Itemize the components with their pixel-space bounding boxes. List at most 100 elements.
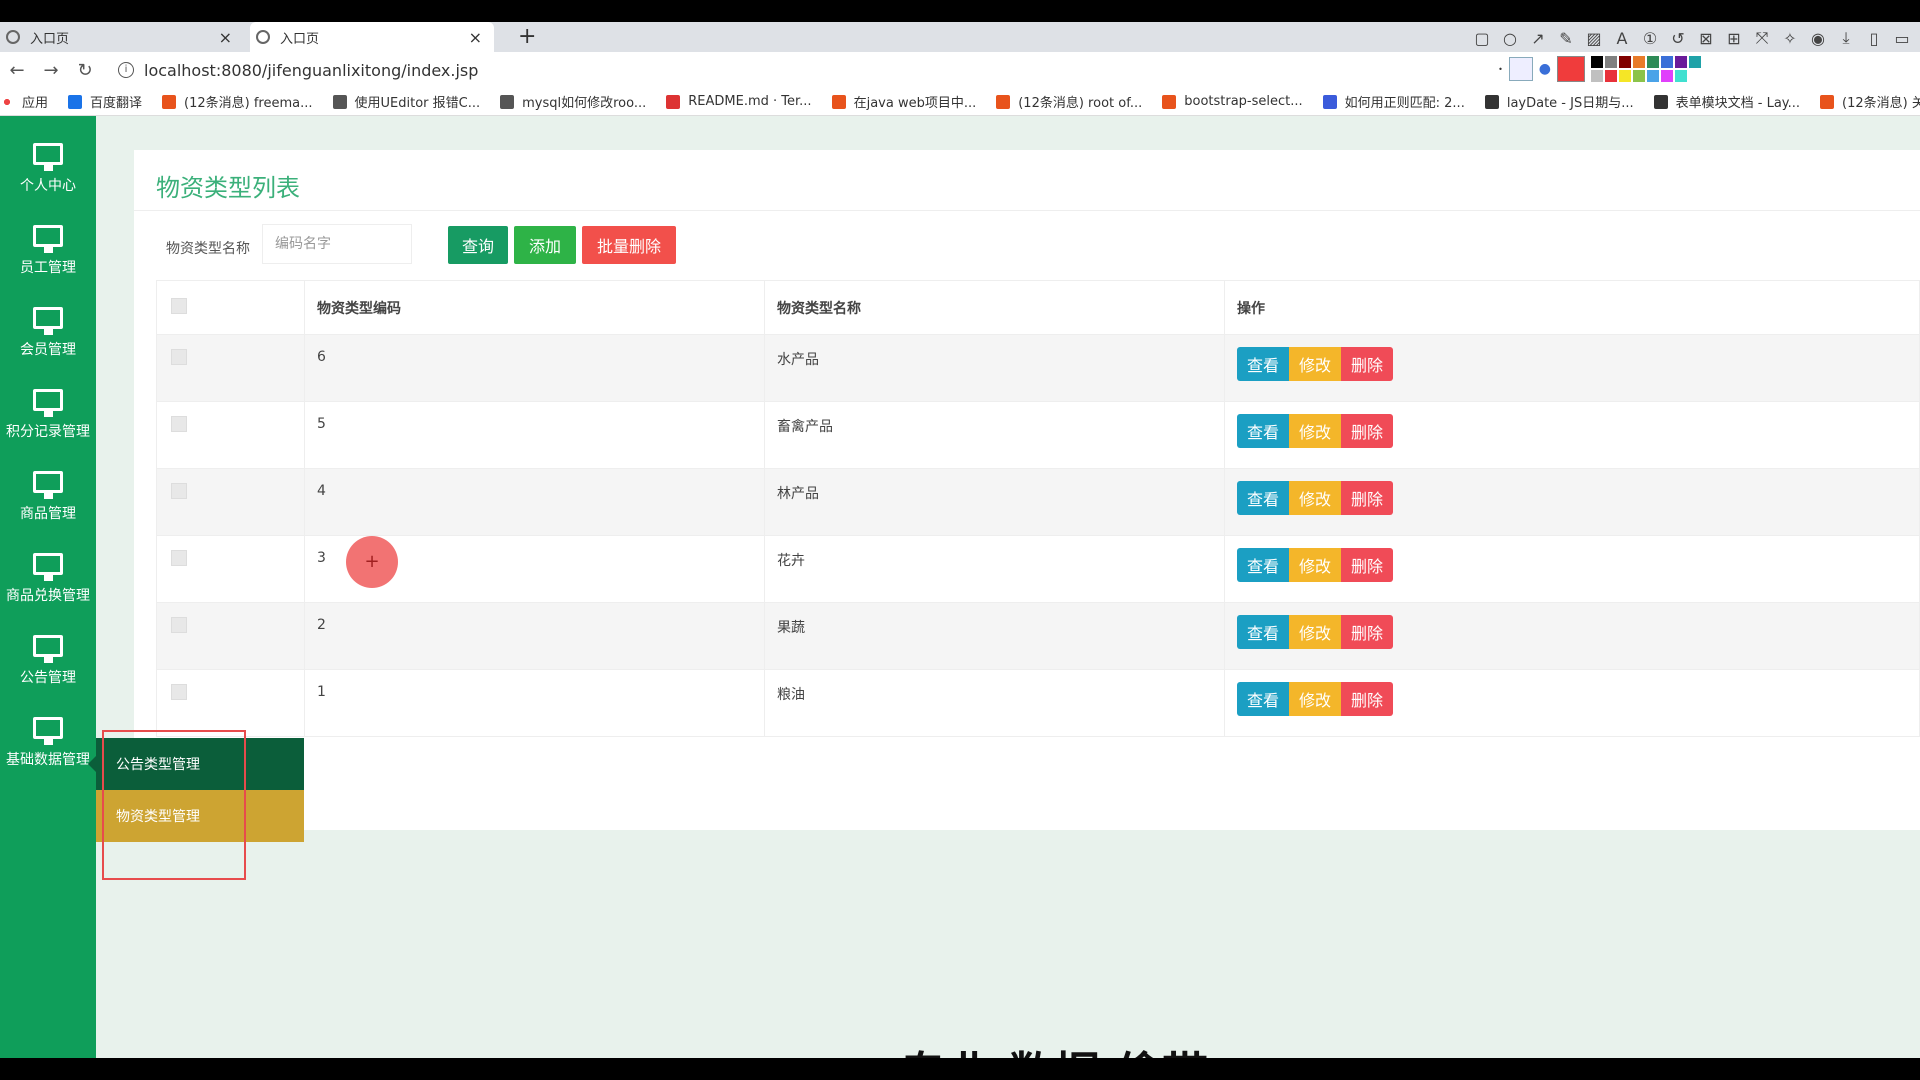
bookmark-item[interactable]: 使用UEditor 报错C...: [332, 92, 480, 111]
expand-icon[interactable]: ⤧: [1752, 28, 1772, 48]
download-icon[interactable]: ⤓: [1836, 28, 1856, 48]
device-icon[interactable]: ▯: [1864, 29, 1884, 48]
edit-button[interactable]: 修改: [1289, 414, 1341, 448]
color-swatch[interactable]: [1619, 56, 1631, 68]
small-dot-size-icon[interactable]: •: [1498, 65, 1503, 74]
screenshot-icon[interactable]: ▭: [1892, 29, 1912, 48]
edit-button[interactable]: 修改: [1289, 682, 1341, 716]
sidebar-item[interactable]: 商品管理: [0, 456, 96, 538]
color-swatch[interactable]: [1605, 56, 1617, 68]
add-button[interactable]: 添加: [514, 226, 576, 264]
row-checkbox[interactable]: [171, 617, 187, 633]
sidebar-item[interactable]: 会员管理: [0, 292, 96, 374]
arrow-tool-icon[interactable]: ↗: [1528, 29, 1548, 48]
sidebar-item[interactable]: 公告管理: [0, 620, 96, 702]
new-tab-button[interactable]: +: [518, 24, 536, 49]
bookmark-favicon-icon: [1484, 94, 1499, 109]
browser-tab[interactable]: 入口页 ×: [0, 22, 244, 52]
view-button[interactable]: 查看: [1237, 414, 1289, 448]
color-swatch[interactable]: [1647, 70, 1659, 82]
close-tab-icon[interactable]: ×: [469, 28, 482, 47]
view-button[interactable]: 查看: [1237, 347, 1289, 381]
delete-button[interactable]: 删除: [1341, 615, 1393, 649]
bookmark-item[interactable]: 在java web项目中...: [831, 92, 976, 111]
sidebar-item[interactable]: 商品兑换管理: [0, 538, 96, 620]
circle-tool-icon[interactable]: ○: [1500, 29, 1520, 48]
view-button[interactable]: 查看: [1237, 682, 1289, 716]
color-swatch[interactable]: [1605, 70, 1617, 82]
edit-button[interactable]: 修改: [1289, 347, 1341, 381]
medium-dot-size-icon[interactable]: [1508, 57, 1533, 81]
bookmark-item[interactable]: (12条消息) 关于lay...: [1820, 92, 1920, 111]
view-button[interactable]: 查看: [1237, 615, 1289, 649]
rectangle-tool-icon[interactable]: ▢: [1472, 29, 1492, 48]
current-color-swatch[interactable]: [1557, 56, 1585, 82]
pen-tool-icon[interactable]: ✎: [1556, 29, 1576, 48]
row-checkbox[interactable]: [171, 349, 187, 365]
sidebar-item[interactable]: 员工管理: [0, 210, 96, 292]
delete-button[interactable]: 删除: [1341, 481, 1393, 515]
highlight-tool-icon[interactable]: ▨: [1584, 29, 1604, 48]
delete-button[interactable]: 删除: [1341, 548, 1393, 582]
color-swatch[interactable]: [1703, 56, 1715, 68]
delete-button[interactable]: 删除: [1341, 414, 1393, 448]
bookmark-item[interactable]: mysql如何修改roo...: [500, 92, 646, 111]
search-input[interactable]: [262, 224, 412, 264]
bookmark-item[interactable]: (12条消息) root of...: [996, 92, 1142, 111]
sidebar-item[interactable]: 积分记录管理: [0, 374, 96, 456]
bookmark-item[interactable]: README.md · Ter...: [666, 94, 812, 109]
submenu-item-material-type[interactable]: 物资类型管理: [96, 790, 304, 842]
sidebar-item[interactable]: 个人中心: [0, 128, 96, 210]
color-swatch[interactable]: [1675, 56, 1687, 68]
edit-button[interactable]: 修改: [1289, 615, 1341, 649]
bookmark-item[interactable]: 如何用正则匹配: 2...: [1322, 92, 1465, 111]
pin-icon[interactable]: ✧: [1780, 29, 1800, 48]
color-swatch[interactable]: [1661, 70, 1673, 82]
forward-icon[interactable]: →: [34, 60, 68, 81]
browser-tab-active[interactable]: 入口页 ×: [250, 22, 494, 52]
color-swatch[interactable]: [1647, 56, 1659, 68]
batch-delete-button[interactable]: 批量删除: [582, 226, 676, 264]
back-icon[interactable]: ←: [0, 60, 34, 81]
view-button[interactable]: 查看: [1237, 548, 1289, 582]
color-swatch[interactable]: [1633, 70, 1645, 82]
color-swatch[interactable]: [1675, 70, 1687, 82]
mosaic-tool-icon[interactable]: ⊠: [1696, 29, 1716, 48]
bookmark-item[interactable]: bootstrap-select...: [1162, 94, 1303, 109]
row-checkbox[interactable]: [171, 684, 187, 700]
edit-button[interactable]: 修改: [1289, 548, 1341, 582]
row-checkbox[interactable]: [171, 416, 187, 432]
bookmark-item[interactable]: 应用: [0, 92, 48, 111]
row-checkbox[interactable]: [171, 550, 187, 566]
number-tool-icon[interactable]: ①: [1640, 29, 1660, 48]
text-tool-icon[interactable]: A: [1612, 29, 1632, 48]
submenu-item-notice-type[interactable]: 公告类型管理: [96, 738, 304, 790]
crop-tool-icon[interactable]: ⊞: [1724, 29, 1744, 48]
info-icon[interactable]: i: [118, 62, 134, 78]
sidebar-item[interactable]: 基础数据管理: [0, 702, 96, 784]
delete-button[interactable]: 删除: [1341, 347, 1393, 381]
undo-icon[interactable]: ↺: [1668, 29, 1688, 48]
bookmark-item[interactable]: (12条消息) freema...: [162, 92, 313, 111]
close-tab-icon[interactable]: ×: [219, 28, 232, 47]
bookmark-item[interactable]: 百度翻译: [68, 92, 142, 111]
delete-button[interactable]: 删除: [1341, 682, 1393, 716]
large-dot-size-icon[interactable]: ●: [1539, 61, 1551, 77]
url-field[interactable]: localhost:8080/jifenguanlixitong/index.j…: [144, 61, 478, 80]
color-swatch[interactable]: [1591, 56, 1603, 68]
view-button[interactable]: 查看: [1237, 481, 1289, 515]
color-swatch[interactable]: [1661, 56, 1673, 68]
row-checkbox[interactable]: [171, 483, 187, 499]
query-button[interactable]: 查询: [448, 226, 508, 264]
color-swatch[interactable]: [1633, 56, 1645, 68]
edit-button[interactable]: 修改: [1289, 481, 1341, 515]
select-all-checkbox[interactable]: [171, 297, 187, 314]
color-swatch[interactable]: [1689, 56, 1701, 68]
name-cell: 粮油: [764, 669, 1225, 737]
bookmark-item[interactable]: layDate - JS日期与...: [1484, 92, 1634, 111]
color-swatch[interactable]: [1591, 70, 1603, 82]
bookmark-item[interactable]: 表单模块文档 - Lay...: [1653, 92, 1800, 111]
reload-icon[interactable]: ↻: [68, 60, 102, 81]
record-icon[interactable]: ◉: [1808, 29, 1828, 48]
color-swatch[interactable]: [1619, 70, 1631, 82]
